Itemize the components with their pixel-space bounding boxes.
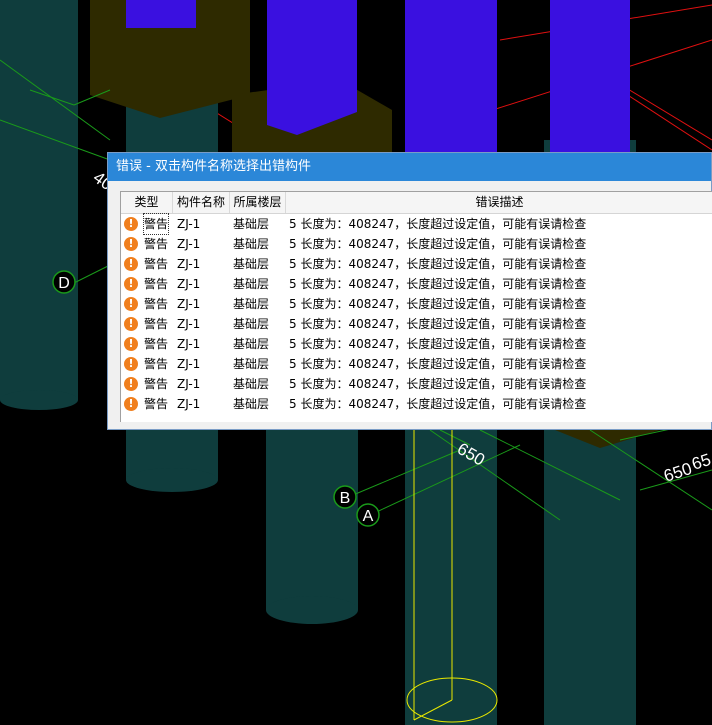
warning-icon: ! [124, 257, 138, 271]
column-header-floor[interactable]: 所属楼层 [230, 192, 286, 213]
cell-component-name[interactable]: ZJ-1 [173, 274, 230, 294]
cell-description: 5 长度为：408247，长度超过设定值，可能有误请检查 [289, 357, 587, 371]
cell-component-name[interactable]: ZJ-1 [173, 354, 230, 374]
cell-floor: 基础层 [233, 357, 270, 371]
column-header-description[interactable]: 错误描述 [286, 192, 712, 213]
cell-type: ! 警告 [121, 334, 173, 354]
table-row[interactable]: ! 警告 ZJ-1 基础层 5 长度为：408247，长度超过设定值，可能有误请检查 [121, 254, 712, 274]
table-row[interactable]: ! 警告 ZJ-1 基础层 5 长度为：408247，长度超过设定值，可能有误请检查 [121, 314, 712, 334]
cell-description: 5 长度为：408247，长度超过设定值，可能有误请检查 [289, 257, 587, 271]
svg-text:A: A [363, 508, 374, 525]
axis-marker-b: B [333, 485, 357, 509]
column-header-type[interactable]: 类型 [121, 192, 173, 213]
warning-icon: ! [124, 377, 138, 391]
grid-header: 类型 构件名称 所属楼层 错误描述 [121, 192, 712, 214]
warning-icon: ! [124, 337, 138, 351]
svg-text:D: D [58, 275, 70, 292]
dimension-label-650-b: 650 [661, 459, 694, 486]
cell-type: ! 警告 [121, 314, 173, 334]
cell-description: 5 长度为：408247，长度超过设定值，可能有误请检查 [289, 377, 587, 391]
warning-icon: ! [124, 357, 138, 371]
warning-icon: ! [124, 397, 138, 411]
cell-floor: 基础层 [233, 277, 270, 291]
cell-description: 5 长度为：408247，长度超过设定值，可能有误请检查 [289, 277, 587, 291]
table-row[interactable]: ! 警告 ZJ-1 基础层 5 长度为：408247，长度超过设定值，可能有误请检查 [121, 294, 712, 314]
column-4 [550, 0, 630, 152]
cell-description: 5 长度为：408247，长度超过设定值，可能有误请检查 [289, 297, 587, 311]
cell-description: 5 长度为：408247，长度超过设定值，可能有误请检查 [289, 397, 587, 411]
cell-description: 5 长度为：408247，长度超过设定值，可能有误请检查 [289, 237, 587, 251]
cell-description: 5 长度为：408247，长度超过设定值，可能有误请检查 [289, 317, 587, 331]
cell-type: ! 警告 [121, 254, 173, 274]
cell-type: ! 警告 [121, 294, 173, 314]
cell-type: ! 警告 [121, 374, 173, 394]
grid-rows: ! 警告 ZJ-1 基础层 5 长度为：408247，长度超过设定值，可能有误请检查! 警… [121, 213, 712, 414]
cell-description: 5 长度为：408247，长度超过设定值，可能有误请检查 [289, 337, 587, 351]
warning-icon: ! [124, 317, 138, 331]
cell-component-name[interactable]: ZJ-1 [173, 334, 230, 354]
table-row[interactable]: ! 警告 ZJ-1 基础层 5 长度为：408247，长度超过设定值，可能有误请检查 [121, 234, 712, 254]
dialog-title[interactable]: 错误 - 双击构件名称选择出错构件 [108, 153, 711, 181]
table-row[interactable]: ! 警告 ZJ-1 基础层 5 长度为：408247，长度超过设定值，可能有误请检查 [121, 213, 712, 235]
table-row[interactable]: ! 警告 ZJ-1 基础层 5 长度为：408247，长度超过设定值，可能有误请检查 [121, 354, 712, 374]
cell-floor: 基础层 [233, 317, 270, 331]
warning-icon: ! [124, 277, 138, 291]
error-dialog[interactable]: 错误 - 双击构件名称选择出错构件 类型 构件名称 所属楼层 错误描述 ! 警告 Z… [107, 152, 712, 430]
svg-text:B: B [340, 490, 351, 507]
column-2 [267, 0, 357, 135]
warning-icon: ! [124, 237, 138, 251]
table-row[interactable]: ! 警告 ZJ-1 基础层 5 长度为：408247，长度超过设定值，可能有误请检查 [121, 274, 712, 294]
column-1 [126, 0, 196, 28]
cell-type: ! 警告 [121, 213, 173, 235]
error-list-grid[interactable]: 类型 构件名称 所属楼层 错误描述 ! 警告 ZJ-1 基础层 5 长度为：408247… [120, 191, 712, 422]
cell-floor: 基础层 [233, 337, 270, 351]
pile-left [0, 0, 78, 410]
cell-component-name[interactable]: ZJ-1 [173, 214, 230, 234]
cell-component-name[interactable]: ZJ-1 [173, 314, 230, 334]
warning-icon: ! [124, 217, 138, 231]
cell-floor: 基础层 [233, 377, 270, 391]
cell-type: ! 警告 [121, 354, 173, 374]
cell-component-name[interactable]: ZJ-1 [173, 394, 230, 414]
axis-marker-d: D [52, 270, 76, 294]
cell-floor: 基础层 [233, 257, 270, 271]
cell-floor: 基础层 [233, 237, 270, 251]
cell-component-name[interactable]: ZJ-1 [173, 254, 230, 274]
cell-type: ! 警告 [121, 394, 173, 414]
cell-floor: 基础层 [233, 297, 270, 311]
dimension-label-65: 65 [689, 450, 712, 474]
cell-component-name[interactable]: ZJ-1 [173, 234, 230, 254]
cell-type: ! 警告 [121, 274, 173, 294]
cell-component-name[interactable]: ZJ-1 [173, 294, 230, 314]
cell-floor: 基础层 [233, 397, 270, 411]
table-row[interactable]: ! 警告 ZJ-1 基础层 5 长度为：408247，长度超过设定值，可能有误请检查 [121, 394, 712, 414]
table-row[interactable]: ! 警告 ZJ-1 基础层 5 长度为：408247，长度超过设定值，可能有误请检查 [121, 334, 712, 354]
column-header-name[interactable]: 构件名称 [173, 192, 230, 213]
cell-component-name[interactable]: ZJ-1 [173, 374, 230, 394]
cell-floor: 基础层 [233, 217, 270, 231]
warning-icon: ! [124, 297, 138, 311]
cell-type: ! 警告 [121, 234, 173, 254]
axis-marker-a: A [356, 503, 380, 527]
table-row[interactable]: ! 警告 ZJ-1 基础层 5 长度为：408247，长度超过设定值，可能有误请检查 [121, 374, 712, 394]
column-3 [405, 0, 497, 152]
cell-description: 5 长度为：408247，长度超过设定值，可能有误请检查 [289, 217, 587, 231]
